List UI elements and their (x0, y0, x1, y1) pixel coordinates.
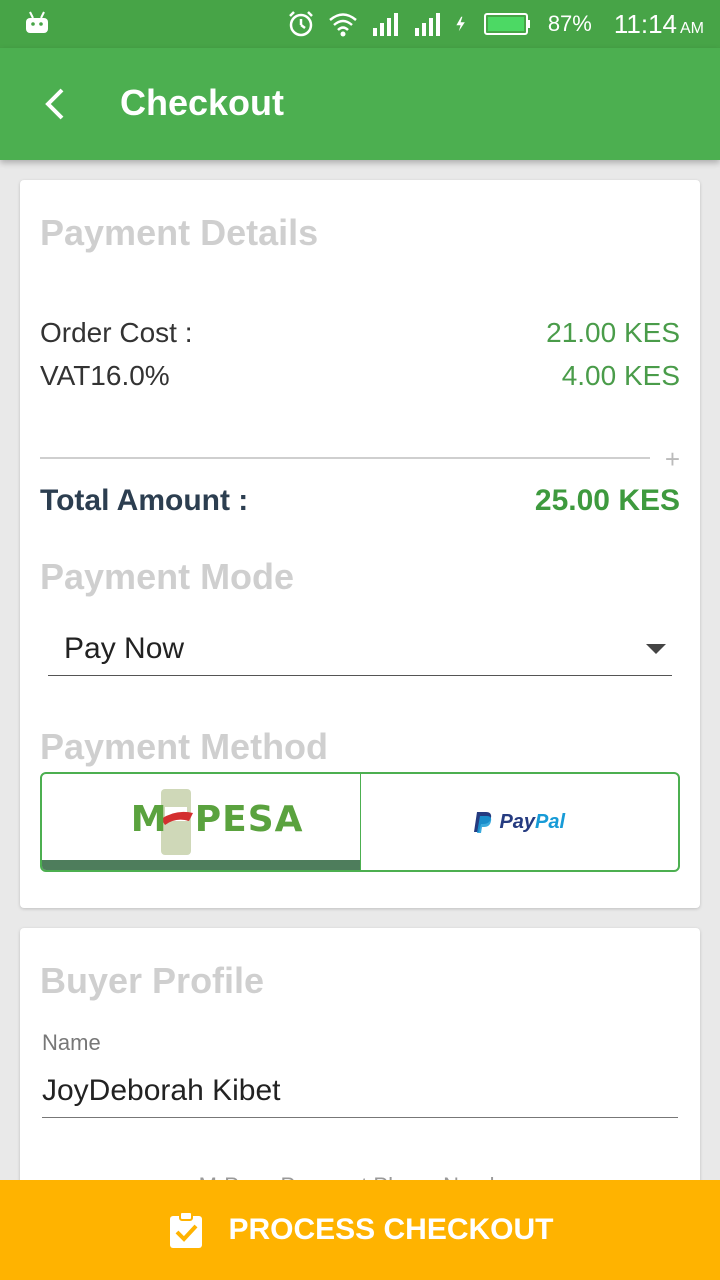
paypal-icon (474, 812, 492, 833)
signal-icon-2 (414, 13, 440, 36)
clipboard-check-icon (170, 1211, 203, 1248)
summary-divider (40, 457, 650, 459)
process-checkout-button[interactable]: PROCESS CHECKOUT (0, 1180, 720, 1280)
payment-card: Payment Details Order Cost : 21.00 KES V… (20, 180, 700, 908)
vat-value: 4.00 KES (561, 360, 680, 391)
selected-indicator (42, 860, 360, 870)
paypal-logo: PayPal (473, 810, 565, 834)
page-title: Checkout (120, 82, 285, 123)
order-cost-value: 21.00 KES (546, 317, 680, 348)
payment-method-selector: M PESA PayPal (40, 772, 680, 872)
payment-details-heading: Payment Details (40, 212, 319, 253)
paypal-option[interactable]: PayPal (361, 774, 679, 870)
payment-mode-value: Pay Now (64, 632, 185, 665)
clock-ampm: AM (680, 19, 704, 37)
process-checkout-label: PROCESS CHECKOUT (228, 1213, 554, 1246)
charging-icon (456, 16, 465, 32)
payment-mode-heading: Payment Mode (40, 556, 295, 597)
alarm-icon (288, 11, 313, 37)
name-field-label: Name (42, 1030, 101, 1055)
back-arrow-icon[interactable] (36, 84, 76, 124)
payment-method-heading: Payment Method (40, 726, 329, 767)
android-icon (26, 11, 48, 33)
mpesa-option[interactable]: M PESA (42, 774, 361, 870)
order-cost-label: Order Cost : (40, 317, 193, 348)
mpesa-logo-pesa: PESA (194, 799, 304, 840)
app-bar: Checkout (0, 48, 720, 160)
mpesa-logo: M PESA (130, 789, 303, 855)
wifi-icon (329, 13, 357, 37)
clock-time: 11:14 AM (614, 9, 704, 40)
paypal-wordmark: PayPal (499, 811, 565, 834)
paypal-wordmark-pay: Pay (499, 810, 536, 833)
total-amount-label: Total Amount : (40, 484, 249, 517)
name-field[interactable]: JoyDeborah Kibet (42, 1074, 678, 1118)
signal-icon-1 (372, 13, 398, 36)
plus-icon: + (664, 444, 680, 474)
dropdown-caret-icon (646, 644, 666, 654)
payment-mode-dropdown[interactable]: Pay Now (48, 620, 672, 676)
buyer-profile-heading: Buyer Profile (40, 960, 265, 1001)
status-bar: 87% 11:14 AM (0, 0, 720, 48)
battery-percent: 87% (547, 11, 592, 36)
clock-hours: 11:14 (613, 8, 677, 39)
total-amount-value: 25.00 KES (534, 484, 680, 517)
paypal-wordmark-pal: Pal (535, 810, 566, 833)
battery-icon (483, 13, 530, 35)
mpesa-logo-m: M (130, 799, 168, 840)
vat-label: VAT16.0% (40, 360, 170, 391)
